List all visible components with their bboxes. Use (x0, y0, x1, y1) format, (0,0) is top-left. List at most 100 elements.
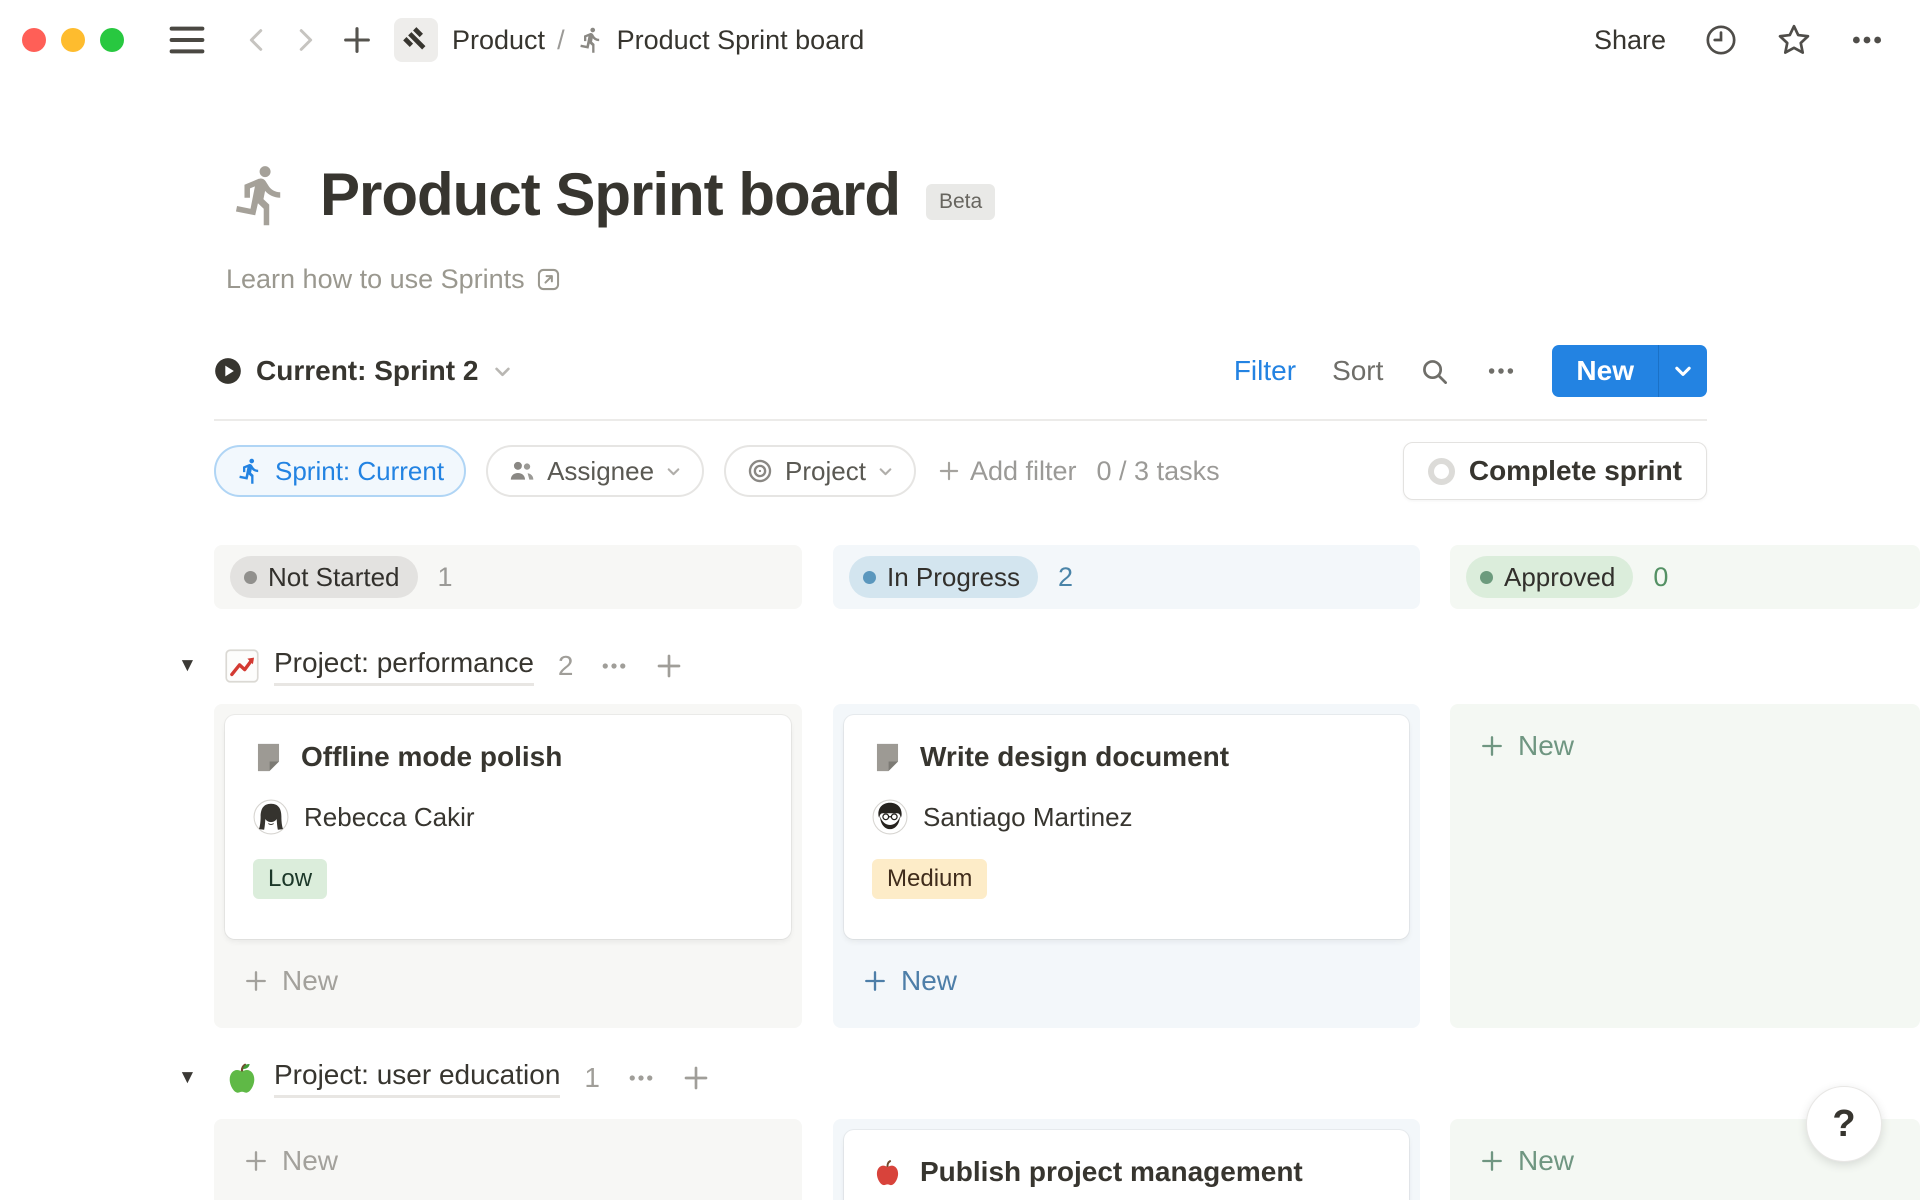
sprint-filter-chip[interactable]: Sprint: Current (214, 445, 466, 497)
group-label[interactable]: Project: user education (274, 1059, 560, 1098)
new-task-button[interactable]: New (1552, 345, 1707, 397)
bullseye-icon (746, 457, 774, 485)
breadcrumb-separator: / (557, 25, 565, 56)
forward-icon[interactable] (290, 25, 320, 55)
group-count: 2 (558, 650, 574, 682)
zoom-window-button[interactable] (100, 28, 124, 52)
new-card-button[interactable]: New (214, 950, 802, 1012)
status-label: Approved (1504, 562, 1615, 593)
group-label[interactable]: Project: performance (274, 647, 534, 686)
cell-performance-approved: New (1450, 704, 1920, 1028)
priority-tag: Medium (872, 859, 987, 899)
page-title: Product Sprint board (320, 160, 900, 229)
help-button[interactable]: ? (1806, 1086, 1882, 1162)
view-bar: Current: Sprint 2 Filter Sort New (214, 342, 1707, 400)
new-page-icon[interactable] (340, 23, 374, 57)
cell-performance-not-started: Offline mode polish Rebecca Cakir Low Ne… (214, 704, 802, 1028)
card-title: Offline mode polish (301, 741, 562, 773)
task-card-publish-project-management[interactable]: Publish project management (844, 1130, 1409, 1200)
avatar-santiago-martinez (872, 799, 908, 835)
chevron-down-icon (1672, 360, 1694, 382)
minimize-window-button[interactable] (61, 28, 85, 52)
column-count: 1 (438, 562, 453, 593)
new-card-label: New (901, 965, 957, 997)
group-options-icon[interactable] (626, 1063, 656, 1093)
learn-sprints-link[interactable]: Learn how to use Sprints (226, 264, 562, 295)
traffic-lights (22, 28, 124, 52)
new-card-button[interactable]: New (214, 1130, 802, 1192)
sort-button[interactable]: Sort (1332, 355, 1383, 387)
chart-increasing-icon (224, 648, 260, 684)
current-view-name: Current: Sprint 2 (256, 355, 478, 387)
card-title: Publish project management (920, 1156, 1303, 1188)
status-dot-blue (863, 571, 876, 584)
filter-bar: Sprint: Current Assignee Project Add fil… (214, 442, 1707, 500)
search-icon[interactable] (1419, 356, 1450, 387)
chevron-down-icon (665, 463, 682, 480)
green-apple-icon (224, 1060, 260, 1096)
assignee-name: Rebecca Cakir (304, 802, 475, 833)
status-pill-in-progress[interactable]: In Progress (849, 556, 1038, 598)
group-options-icon[interactable] (599, 651, 629, 681)
favorite-star-icon[interactable] (1776, 22, 1812, 58)
beta-badge: Beta (926, 184, 995, 220)
updates-clock-icon[interactable] (1704, 23, 1738, 57)
plus-icon (936, 458, 962, 484)
status-dot-green (1480, 571, 1493, 584)
collapse-triangle-icon[interactable]: ▼ (178, 1067, 204, 1089)
sprint-play-icon (214, 357, 242, 385)
project-filter-chip[interactable]: Project (724, 445, 916, 497)
more-options-icon[interactable] (1850, 23, 1884, 57)
page-runner-icon[interactable] (228, 162, 294, 228)
chevron-down-icon (877, 463, 894, 480)
status-label: In Progress (887, 562, 1020, 593)
breadcrumb-parent[interactable]: Product (452, 25, 545, 56)
cell-user-education-not-started: New (214, 1119, 802, 1200)
task-card-offline-mode-polish[interactable]: Offline mode polish Rebecca Cakir Low (225, 715, 791, 939)
share-button[interactable]: Share (1594, 25, 1666, 56)
assignee-chip-label: Assignee (547, 456, 654, 487)
group-add-icon[interactable] (680, 1062, 712, 1094)
page-icon (872, 742, 903, 773)
status-pill-approved[interactable]: Approved (1466, 556, 1633, 598)
status-label: Not Started (268, 562, 400, 593)
close-window-button[interactable] (22, 28, 46, 52)
card-title: Write design document (920, 741, 1229, 773)
task-card-write-design-document[interactable]: Write design document Santiago Martinez … (844, 715, 1409, 939)
status-pill-not-started[interactable]: Not Started (230, 556, 418, 598)
cell-performance-in-progress: Write design document Santiago Martinez … (833, 704, 1420, 1028)
add-filter-button[interactable]: Add filter (936, 456, 1077, 487)
hammer-icon (402, 26, 430, 54)
back-icon[interactable] (242, 25, 272, 55)
view-more-options-icon[interactable] (1486, 356, 1516, 386)
page-header: Product Sprint board Beta (228, 160, 995, 229)
group-add-icon[interactable] (653, 650, 685, 682)
new-card-label: New (1518, 730, 1574, 762)
breadcrumb-parent-page-icon-box[interactable] (394, 18, 438, 62)
view-selector[interactable]: Current: Sprint 2 (214, 355, 513, 387)
sidebar-toggle-icon[interactable] (168, 25, 206, 55)
new-card-button[interactable]: New (833, 950, 1420, 1012)
sprint-task-progress: 0 / 3 tasks (1097, 456, 1220, 487)
add-filter-label: Add filter (970, 456, 1077, 487)
collapse-triangle-icon[interactable]: ▼ (178, 655, 204, 677)
breadcrumb-current[interactable]: Product Sprint board (617, 25, 865, 56)
new-card-button[interactable]: New (1450, 715, 1920, 777)
plus-icon (242, 1147, 270, 1175)
new-card-label: New (1518, 1145, 1574, 1177)
new-button-dropdown[interactable] (1659, 345, 1707, 397)
project-chip-label: Project (785, 456, 866, 487)
filter-button[interactable]: Filter (1234, 355, 1296, 387)
new-task-button-label[interactable]: New (1552, 345, 1658, 397)
column-header-not-started: Not Started 1 (214, 545, 802, 609)
avatar-rebecca-cakir (253, 799, 289, 835)
external-link-icon (535, 266, 562, 293)
chevron-down-icon (492, 361, 513, 382)
sprint-chip-label: Sprint: Current (275, 456, 444, 487)
complete-sprint-button[interactable]: Complete sprint (1403, 442, 1707, 500)
new-card-label: New (282, 1145, 338, 1177)
assignee-filter-chip[interactable]: Assignee (486, 445, 704, 497)
runner-icon (577, 26, 605, 54)
page-icon (253, 742, 284, 773)
viewbar-divider (214, 419, 1707, 421)
